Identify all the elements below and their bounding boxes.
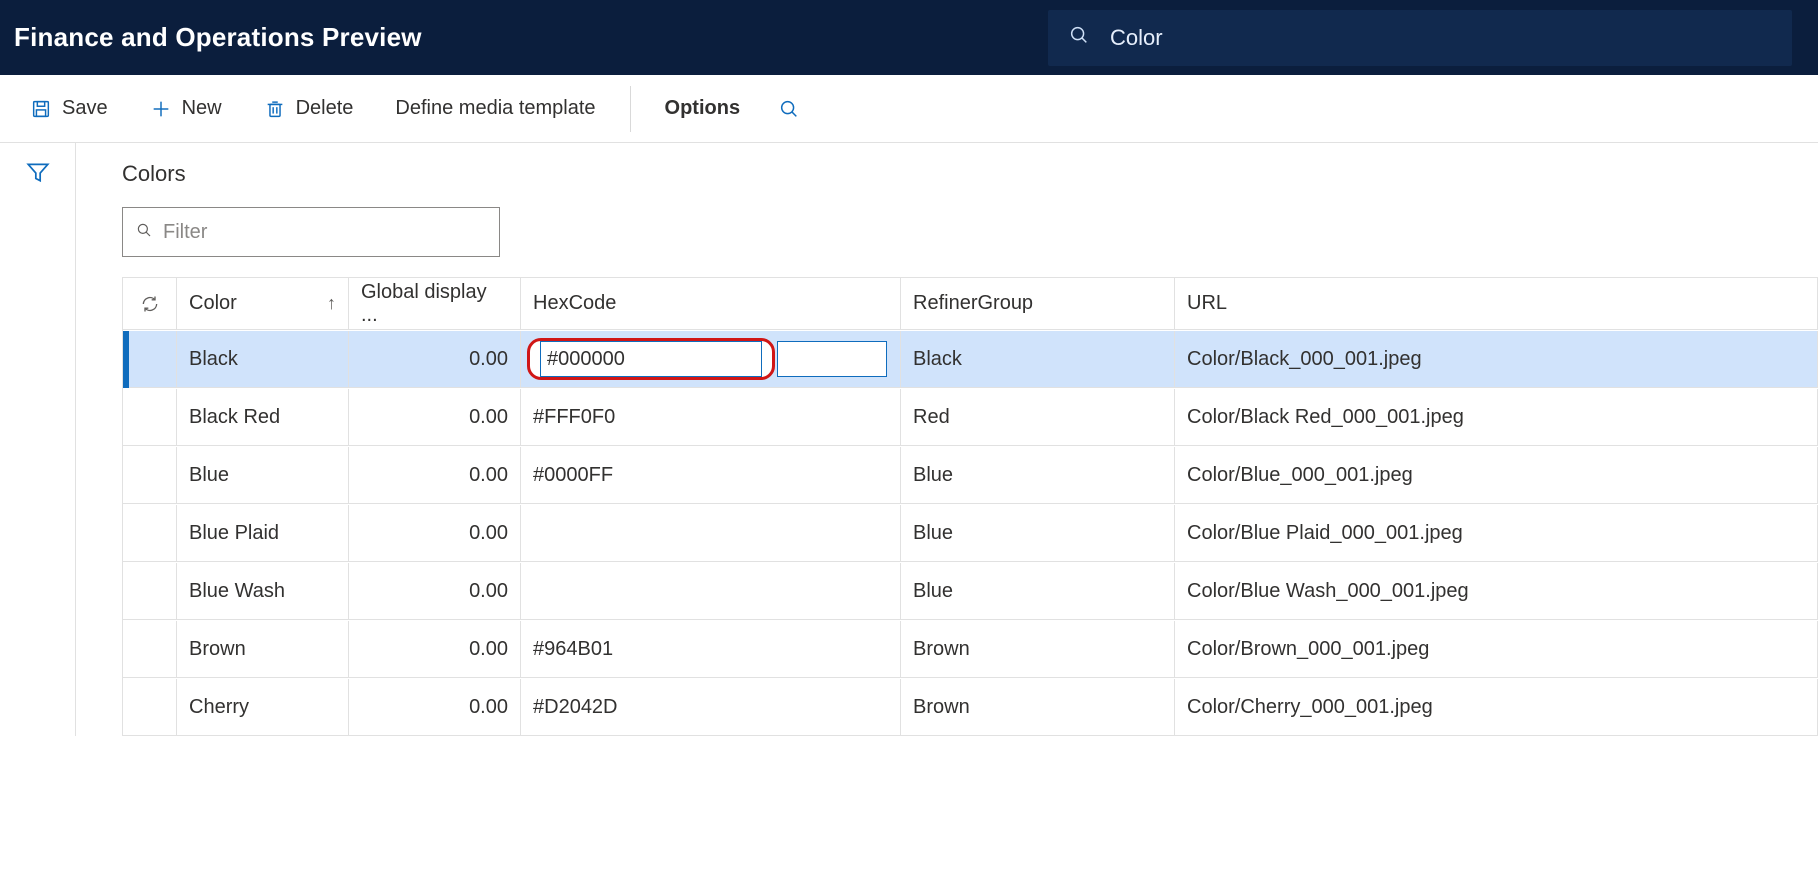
- cell-url[interactable]: Color/Cherry_000_001.jpeg: [1175, 679, 1818, 736]
- hexcode-adjacent-field[interactable]: [777, 341, 887, 377]
- cell-global-display[interactable]: 0.00: [349, 563, 521, 620]
- cell-hexcode[interactable]: [521, 505, 901, 562]
- save-label: Save: [62, 97, 108, 120]
- new-button[interactable]: New: [134, 87, 238, 131]
- sort-asc-icon: ↑: [327, 293, 336, 314]
- cell-url[interactable]: Color/Brown_000_001.jpeg: [1175, 621, 1818, 678]
- cell-url[interactable]: Color/Black_000_001.jpeg: [1175, 331, 1818, 388]
- define-media-template-button[interactable]: Define media template: [379, 87, 611, 131]
- row-selector[interactable]: [123, 621, 177, 678]
- cell-hexcode[interactable]: #D2042D: [521, 679, 901, 736]
- options-label: Options: [665, 97, 741, 120]
- trash-icon: [264, 98, 286, 120]
- cell-global-display[interactable]: 0.00: [349, 679, 521, 736]
- cell-color[interactable]: Black Red: [177, 389, 349, 446]
- save-button[interactable]: Save: [14, 87, 124, 131]
- col-url-label: URL: [1187, 292, 1227, 315]
- table-row[interactable]: Blue Wash0.00 BlueColor/Blue Wash_000_001…: [123, 562, 1818, 620]
- cell-color[interactable]: Blue: [177, 447, 349, 504]
- grid-filter-input[interactable]: [163, 221, 487, 244]
- row-selector[interactable]: [123, 563, 177, 620]
- cell-url[interactable]: Color/Black Red_000_001.jpeg: [1175, 389, 1818, 446]
- content: Colors Color ↑ Global display ...: [76, 143, 1818, 736]
- work-surface: Colors Color ↑ Global display ...: [0, 143, 1818, 736]
- delete-button[interactable]: Delete: [248, 87, 370, 131]
- define-media-template-label: Define media template: [395, 97, 595, 120]
- cell-hexcode[interactable]: [521, 563, 901, 620]
- row-selector[interactable]: [123, 679, 177, 736]
- col-global-display[interactable]: Global display ...: [349, 278, 521, 330]
- table-row[interactable]: Black Red0.00#FFF0F0RedColor/Black Red_0…: [123, 388, 1818, 446]
- cell-url[interactable]: Color/Blue_000_001.jpeg: [1175, 447, 1818, 504]
- cell-global-display[interactable]: 0.00: [349, 447, 521, 504]
- col-global-display-label: Global display ...: [361, 281, 508, 327]
- global-search-input[interactable]: [1110, 25, 1772, 51]
- new-label: New: [182, 97, 222, 120]
- cell-hexcode[interactable]: #000000: [521, 331, 901, 388]
- col-refiner-group-label: RefinerGroup: [913, 292, 1033, 315]
- col-hexcode[interactable]: HexCode: [521, 278, 901, 330]
- cell-refiner-group[interactable]: Black: [901, 331, 1175, 388]
- search-icon: [135, 221, 153, 244]
- global-search[interactable]: [1048, 10, 1792, 66]
- grid-header: Color ↑ Global display ... HexCode Refin…: [123, 278, 1818, 330]
- col-color-label: Color: [189, 292, 237, 315]
- cell-global-display[interactable]: 0.00: [349, 621, 521, 678]
- cell-global-display[interactable]: 0.00: [349, 331, 521, 388]
- cell-global-display[interactable]: 0.00: [349, 389, 521, 446]
- cell-hexcode[interactable]: #0000FF: [521, 447, 901, 504]
- cell-refiner-group[interactable]: Brown: [901, 621, 1175, 678]
- search-icon: [1068, 24, 1110, 51]
- page-search-button[interactable]: [766, 87, 812, 131]
- grid-body: Black0.00#000000BlackColor/Black_000_001…: [123, 330, 1818, 736]
- cell-refiner-group[interactable]: Blue: [901, 563, 1175, 620]
- cell-color[interactable]: Black: [177, 331, 349, 388]
- row-selector[interactable]: [123, 331, 177, 388]
- col-color[interactable]: Color ↑: [177, 278, 349, 330]
- col-url[interactable]: URL: [1175, 278, 1818, 330]
- delete-label: Delete: [296, 97, 354, 120]
- table-row[interactable]: Blue Plaid0.00 BlueColor/Blue Plaid_000_0…: [123, 504, 1818, 562]
- filter-icon[interactable]: [25, 159, 51, 736]
- action-bar: Save New Delete Define media template Op…: [0, 75, 1818, 143]
- row-selector[interactable]: [123, 389, 177, 446]
- cell-color[interactable]: Brown: [177, 621, 349, 678]
- cell-refiner-group[interactable]: Blue: [901, 447, 1175, 504]
- separator: [630, 86, 631, 132]
- grid-filter[interactable]: [122, 207, 500, 257]
- cell-color[interactable]: Blue Plaid: [177, 505, 349, 562]
- cell-color[interactable]: Cherry: [177, 679, 349, 736]
- cell-hexcode[interactable]: #964B01: [521, 621, 901, 678]
- hexcode-editor-highlighted[interactable]: #000000: [527, 338, 775, 380]
- options-button[interactable]: Options: [649, 87, 757, 131]
- search-icon: [778, 98, 800, 120]
- table-row[interactable]: Brown0.00#964B01BrownColor/Brown_000_001…: [123, 620, 1818, 678]
- cell-hexcode[interactable]: #FFF0F0: [521, 389, 901, 446]
- cell-refiner-group[interactable]: Blue: [901, 505, 1175, 562]
- cell-url[interactable]: Color/Blue Wash_000_001.jpeg: [1175, 563, 1818, 620]
- col-refiner-group[interactable]: RefinerGroup: [901, 278, 1175, 330]
- refresh-button[interactable]: [123, 278, 177, 330]
- save-icon: [30, 98, 52, 120]
- row-selector[interactable]: [123, 505, 177, 562]
- col-hexcode-label: HexCode: [533, 292, 616, 315]
- table-row[interactable]: Cherry0.00#D2042DBrownColor/Cherry_000_0…: [123, 678, 1818, 736]
- colors-grid: Color ↑ Global display ... HexCode Refin…: [122, 277, 1818, 736]
- table-row[interactable]: Blue0.00#0000FFBlueColor/Blue_000_001.jp…: [123, 446, 1818, 504]
- plus-icon: [150, 98, 172, 120]
- page-title: Colors: [122, 161, 1818, 187]
- left-gutter: [0, 143, 76, 736]
- cell-global-display[interactable]: 0.00: [349, 505, 521, 562]
- title-bar: Finance and Operations Preview: [0, 0, 1818, 75]
- app-title: Finance and Operations Preview: [14, 22, 422, 53]
- cell-refiner-group[interactable]: Red: [901, 389, 1175, 446]
- cell-refiner-group[interactable]: Brown: [901, 679, 1175, 736]
- cell-color[interactable]: Blue Wash: [177, 563, 349, 620]
- row-selector[interactable]: [123, 447, 177, 504]
- table-row[interactable]: Black0.00#000000BlackColor/Black_000_001…: [123, 330, 1818, 388]
- cell-url[interactable]: Color/Blue Plaid_000_001.jpeg: [1175, 505, 1818, 562]
